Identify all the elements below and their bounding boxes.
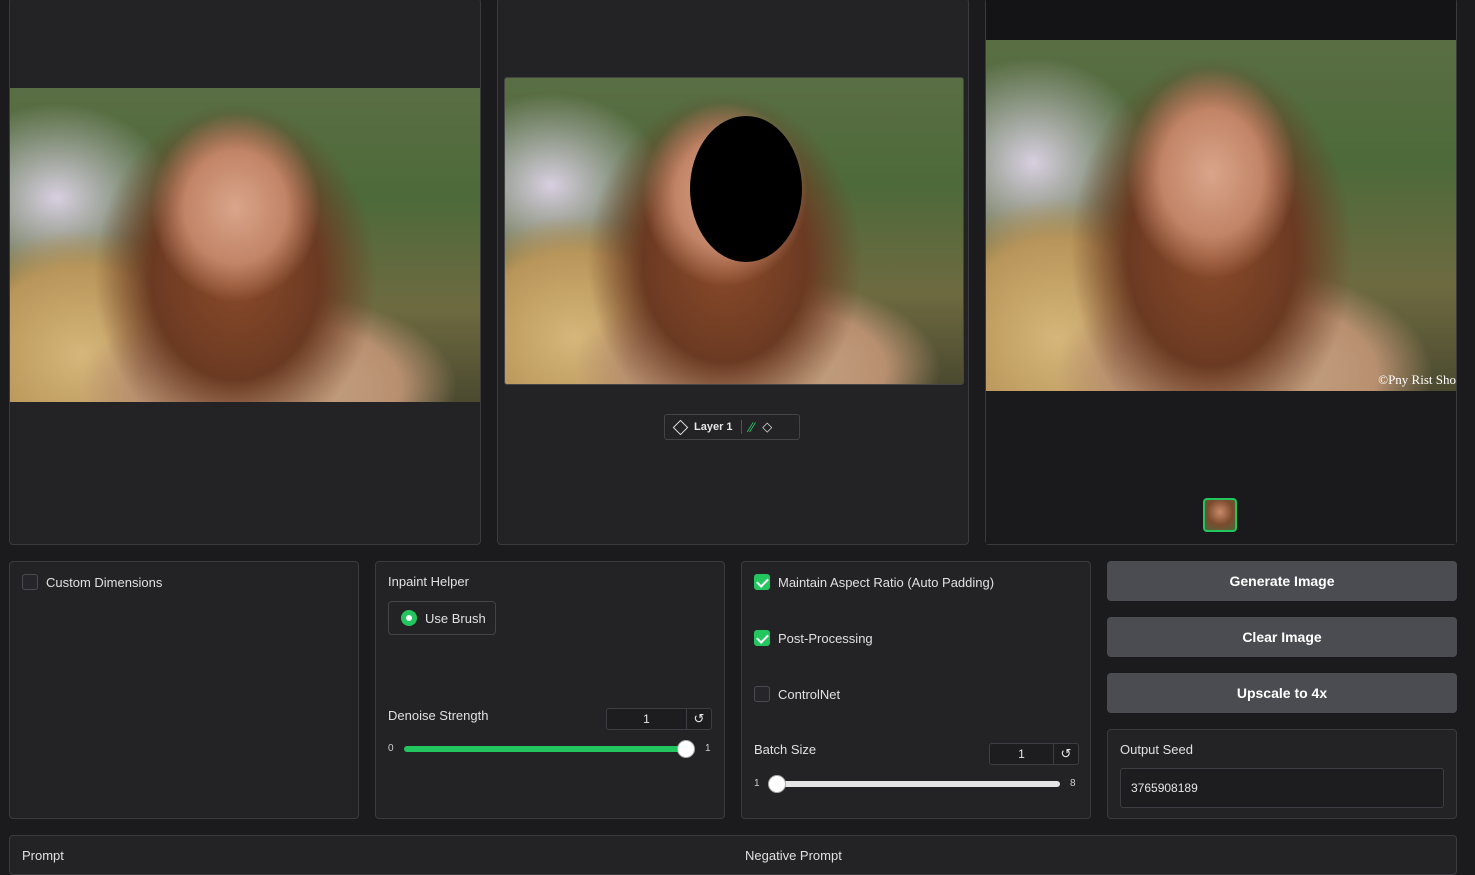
output-seed-value[interactable]: 3765908189: [1131, 781, 1198, 795]
toolbar-divider: [740, 420, 742, 434]
batch-size-label: Batch Size: [754, 742, 817, 757]
denoise-label: Denoise Strength: [388, 708, 489, 723]
inpaint-panel: Inpaint Helper Use Brush Denoise Strengt…: [375, 561, 725, 819]
eraser-icon[interactable]: ◇: [762, 419, 772, 435]
batch-size-number-input[interactable]: 1 ↺: [989, 743, 1079, 765]
layer-label[interactable]: Layer 1: [694, 421, 733, 433]
brush-icon[interactable]: ⁄⁄: [750, 419, 755, 435]
generate-image-button[interactable]: Generate Image: [1107, 561, 1457, 601]
denoise-value[interactable]: 1: [607, 712, 686, 726]
controlnet-row[interactable]: ControlNet: [754, 686, 840, 702]
use-brush-radio[interactable]: [401, 610, 417, 626]
clear-image-button[interactable]: Clear Image: [1107, 617, 1457, 657]
mask-canvas[interactable]: [504, 77, 964, 385]
layers-icon[interactable]: [672, 419, 689, 435]
batch-size-value[interactable]: 1: [990, 747, 1053, 761]
batch-slider-thumb[interactable]: [768, 775, 786, 793]
maintain-aspect-row[interactable]: Maintain Aspect Ratio (Auto Padding): [754, 574, 994, 590]
layer-toolbar: Layer 1 ⁄⁄ ◇: [664, 414, 800, 440]
input-image-panel: [9, 0, 481, 545]
prompt-panel: Prompt Negative Prompt: [9, 835, 1457, 875]
batch-min: 1: [754, 778, 760, 789]
output-seed-panel: Output Seed 3765908189: [1107, 729, 1457, 819]
dimensions-panel: Custom Dimensions: [9, 561, 359, 819]
denoise-slider-track[interactable]: [404, 746, 684, 752]
custom-dimensions-checkbox[interactable]: [22, 574, 38, 590]
post-processing-label: Post-Processing: [778, 630, 873, 646]
reset-icon[interactable]: ↺: [686, 709, 711, 729]
prompt-label: Prompt: [22, 848, 64, 863]
output-image[interactable]: ©Pny Rist Sho: [986, 40, 1456, 391]
upscale-button[interactable]: Upscale to 4x: [1107, 673, 1457, 713]
batch-max: 8: [1070, 778, 1076, 789]
output-image-panel: ©Pny Rist Sho: [985, 0, 1457, 545]
denoise-min: 0: [388, 743, 394, 754]
reset-icon[interactable]: ↺: [1053, 744, 1078, 764]
watermark-text: ©Pny Rist Sho: [1378, 372, 1456, 387]
denoise-max: 1: [705, 743, 711, 754]
mask-ellipse: [690, 116, 802, 262]
use-brush-option[interactable]: Use Brush: [388, 601, 496, 635]
denoise-slider-thumb[interactable]: [677, 740, 695, 758]
post-processing-row[interactable]: Post-Processing: [754, 630, 873, 646]
maintain-aspect-label: Maintain Aspect Ratio (Auto Padding): [778, 574, 995, 590]
output-seed-label: Output Seed: [1120, 742, 1193, 757]
custom-dimensions-label: Custom Dimensions: [46, 574, 163, 590]
input-image[interactable]: [10, 88, 480, 402]
output-top-bar: [986, 0, 1456, 40]
custom-dimensions-row[interactable]: Custom Dimensions: [22, 574, 162, 590]
negative-prompt-label: Negative Prompt: [745, 848, 842, 863]
settings-panel: Maintain Aspect Ratio (Auto Padding) Pos…: [741, 561, 1091, 819]
mask-editor-panel: Layer 1 ⁄⁄ ◇: [497, 0, 969, 545]
output-seed-field[interactable]: 3765908189: [1120, 768, 1444, 808]
controlnet-checkbox[interactable]: [754, 686, 770, 702]
denoise-number-input[interactable]: 1 ↺: [606, 708, 712, 730]
use-brush-label: Use Brush: [425, 610, 486, 626]
maintain-aspect-checkbox[interactable]: [754, 574, 770, 590]
inpaint-title: Inpaint Helper: [388, 574, 469, 589]
output-thumbnail[interactable]: [1203, 498, 1237, 532]
batch-slider-track[interactable]: [770, 781, 1060, 787]
output-thumbnail-area: [986, 391, 1456, 544]
controlnet-label: ControlNet: [778, 686, 841, 702]
post-processing-checkbox[interactable]: [754, 630, 770, 646]
